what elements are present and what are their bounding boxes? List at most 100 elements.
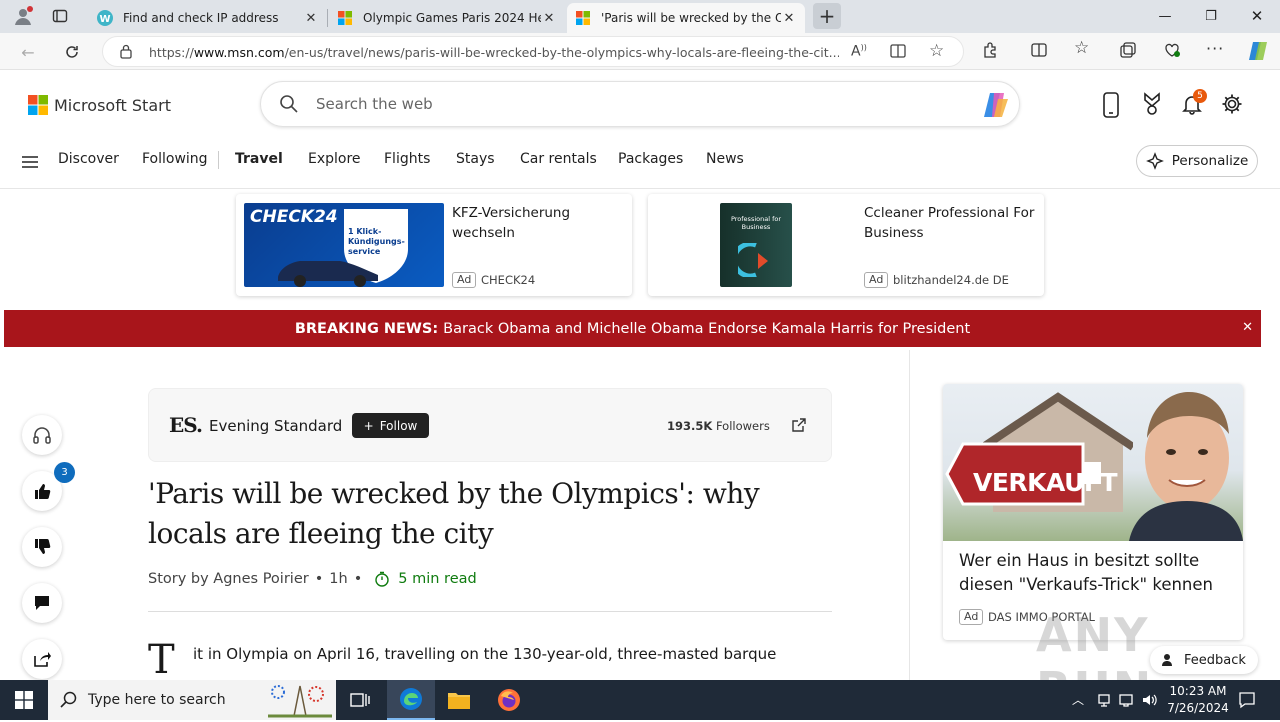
listen-button[interactable] <box>22 415 62 455</box>
sparkle-star-icon <box>1145 152 1164 170</box>
nav-stays[interactable]: Stays <box>456 151 495 167</box>
read-aloud-icon[interactable]: A)) <box>851 43 867 60</box>
comments-button[interactable] <box>22 583 62 623</box>
divider <box>148 611 832 612</box>
publisher-name[interactable]: Evening Standard <box>209 417 342 435</box>
taskbar-file-explorer[interactable] <box>435 680 483 720</box>
search-icon <box>279 94 299 118</box>
tab-olympic-games[interactable]: Olympic Games Paris 2024 Headl ✕ <box>329 3 565 33</box>
close-banner-icon[interactable]: ✕ <box>1242 320 1253 335</box>
close-tab-icon[interactable]: ✕ <box>541 11 557 26</box>
nav-packages[interactable]: Packages <box>618 151 683 167</box>
close-tab-icon[interactable]: ✕ <box>303 11 319 26</box>
share-button[interactable] <box>22 639 62 679</box>
web-search-box[interactable]: Search the web <box>260 81 1020 127</box>
breaking-news-banner[interactable]: BREAKING NEWS: Barack Obama and Michelle… <box>4 310 1261 347</box>
comment-icon <box>35 596 49 610</box>
feedback-button[interactable]: Feedback <box>1150 646 1258 674</box>
new-tab-button[interactable]: + <box>813 3 841 29</box>
start-button[interactable] <box>0 680 48 720</box>
nav-following[interactable]: Following <box>142 151 208 167</box>
follow-button[interactable]: + Follow <box>352 413 429 438</box>
browser-tab-bar: W Find and check IP address ✕ Olympic Ga… <box>0 0 1280 33</box>
clock-time: 10:23 AM <box>1169 684 1227 698</box>
refresh-icon[interactable] <box>60 40 84 64</box>
feedback-person-icon <box>1162 654 1172 666</box>
lock-icon[interactable] <box>119 44 133 63</box>
immersive-reader-icon[interactable] <box>889 42 907 64</box>
browser-toolbar: ← https://www.msn.com/en-us/travel/news/… <box>0 33 1280 70</box>
favorites-icon[interactable]: ☆ <box>1074 38 1089 58</box>
headphones-icon <box>33 427 51 444</box>
nav-discover[interactable]: Discover <box>58 151 119 167</box>
split-screen-icon[interactable] <box>1030 41 1048 63</box>
hamburger-menu-icon[interactable] <box>21 154 39 173</box>
ad-image: VERKAUFT <box>943 384 1243 541</box>
windows-logo-icon <box>15 691 33 709</box>
personalize-button[interactable]: Personalize <box>1136 145 1258 177</box>
msn-favicon-icon <box>337 10 353 26</box>
copilot-icon[interactable] <box>980 89 1012 125</box>
brand-name: Microsoft Start <box>54 95 171 115</box>
nav-flights[interactable]: Flights <box>384 151 430 167</box>
network-icon[interactable] <box>1096 692 1112 712</box>
notification-center-icon[interactable] <box>1238 691 1256 713</box>
taskbar-firefox[interactable] <box>485 680 533 720</box>
msn-header: Microsoft Start Search the web 5 Discove… <box>0 71 1280 189</box>
back-icon[interactable]: ← <box>16 40 40 64</box>
taskbar-edge[interactable] <box>387 680 435 720</box>
ad-title: KFZ-Versicherung wechseln <box>452 205 571 241</box>
dislike-button[interactable] <box>22 527 62 567</box>
nav-travel[interactable]: Travel <box>235 151 283 167</box>
taskbar-search-box[interactable]: Type here to search <box>48 680 336 720</box>
microsoft-logo-icon <box>28 95 48 115</box>
ad-card[interactable]: CHECK24 1 Klick-Kündigungs-service KFZ-V… <box>236 194 632 296</box>
minimize-button[interactable]: — <box>1142 0 1188 32</box>
copilot-icon[interactable] <box>1246 39 1270 67</box>
microsoft-start-logo[interactable]: Microsoft Start <box>28 95 171 115</box>
nav-divider <box>218 151 219 169</box>
windows-taskbar: Type here to search ︿ 10:23 AM 7/26/2024 <box>0 680 1280 720</box>
show-hidden-icons[interactable]: ︿ <box>1072 691 1084 708</box>
nav-news[interactable]: News <box>706 151 744 167</box>
ethernet-icon[interactable] <box>1118 692 1134 712</box>
ad-badge: Ad <box>452 272 477 288</box>
nav-explore[interactable]: Explore <box>308 151 361 167</box>
byline-author[interactable]: Story by Agnes Poirier <box>148 571 309 587</box>
profile-icon[interactable] <box>12 5 34 27</box>
task-view-button[interactable] <box>336 680 384 720</box>
favorite-star-icon[interactable]: ☆ <box>929 41 944 61</box>
settings-gear-icon[interactable] <box>1221 93 1243 119</box>
ad-card[interactable]: Professional for Business Ccleaner Profe… <box>648 194 1044 296</box>
publisher-logo[interactable]: ES. <box>169 413 203 437</box>
tab-actions-icon[interactable] <box>52 8 68 24</box>
volume-icon[interactable] <box>1141 692 1159 712</box>
search-icon <box>60 691 78 713</box>
followers: 193.5K Followers <box>667 419 770 433</box>
task-view-icon <box>350 693 370 707</box>
rewards-icon[interactable] <box>1141 92 1163 120</box>
thumbs-down-icon <box>35 539 51 554</box>
restore-button[interactable]: ❐ <box>1188 0 1234 32</box>
ad-source: CHECK24 <box>481 273 536 287</box>
nav-car-rentals[interactable]: Car rentals <box>520 151 597 167</box>
mobile-app-icon[interactable] <box>1102 92 1120 122</box>
close-window-button[interactable]: ✕ <box>1234 0 1280 32</box>
address-bar[interactable]: https://www.msn.com/en-us/travel/news/pa… <box>102 36 964 67</box>
browser-essentials-icon[interactable] <box>1163 41 1181 63</box>
feedback-label: Feedback <box>1184 652 1246 668</box>
close-tab-icon[interactable]: ✕ <box>781 11 797 26</box>
msn-favicon-icon <box>575 10 591 26</box>
open-external-icon[interactable] <box>791 417 807 437</box>
breaking-label: BREAKING NEWS: <box>294 320 439 337</box>
ad-badge: Ad <box>959 609 984 625</box>
system-clock[interactable]: 10:23 AM 7/26/2024 <box>1160 683 1236 717</box>
taskbar-search-placeholder: Type here to search <box>88 692 226 708</box>
sponsored-card[interactable]: VERKAUFT Wer ein Haus in besitzt sollte … <box>943 384 1243 640</box>
ad-title: Wer ein Haus in besitzt sollte diesen "V… <box>959 551 1213 594</box>
tab-paris-article[interactable]: 'Paris will be wrecked by the Olym ✕ <box>567 3 805 33</box>
tab-ip-address[interactable]: W Find and check IP address ✕ <box>89 3 327 33</box>
collections-icon[interactable] <box>1119 41 1137 63</box>
more-menu-icon[interactable]: ··· <box>1206 39 1224 58</box>
extensions-icon[interactable] <box>982 41 1000 63</box>
